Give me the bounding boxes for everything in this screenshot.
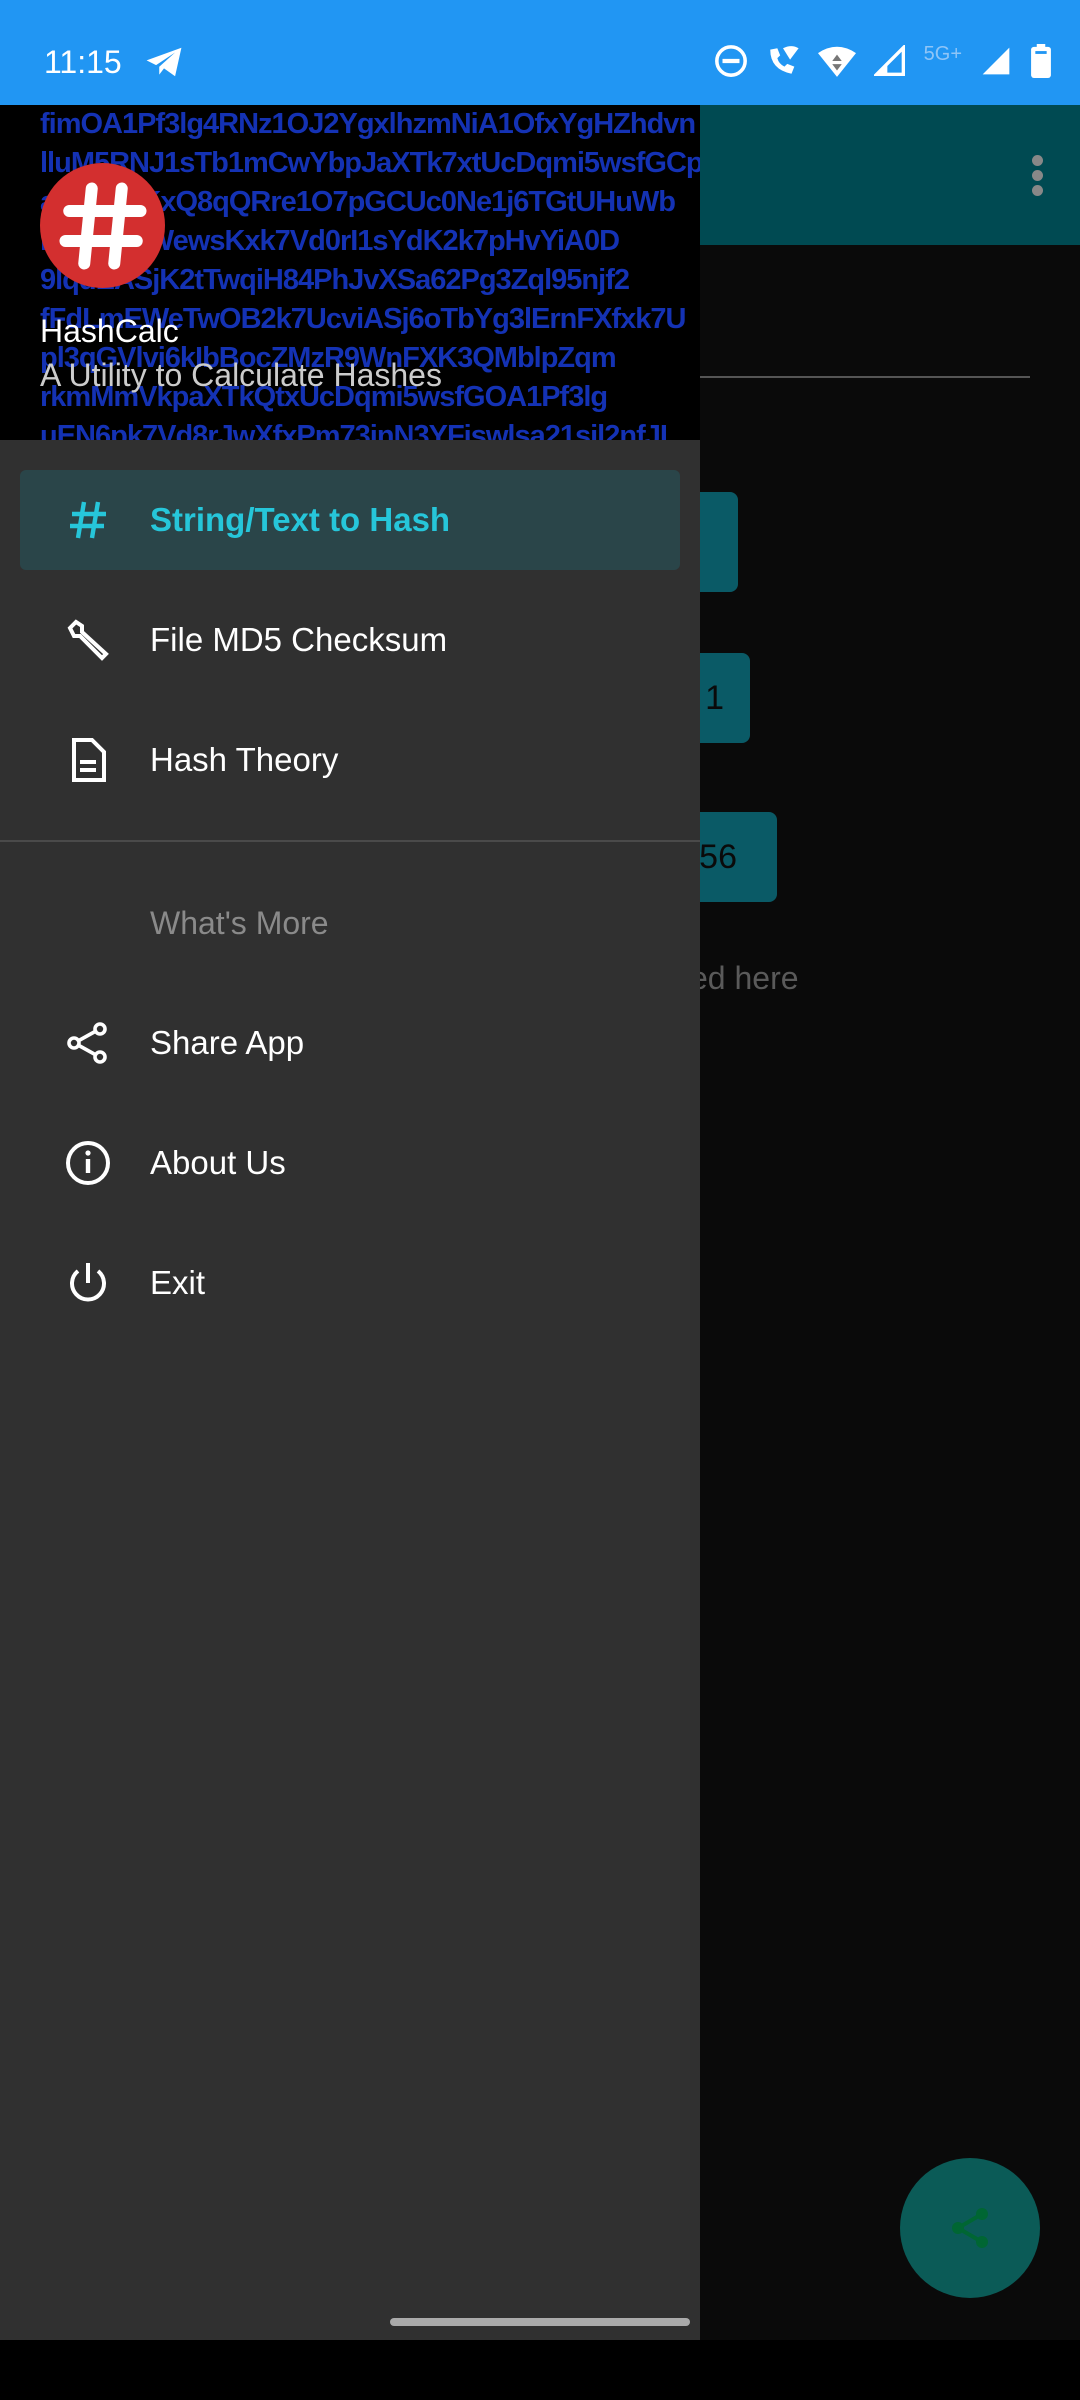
navigation-drawer: fimOA1Pf3lg4RNz1OJ2YgxlhzmNiA1OfxYgHZhdv… — [0, 105, 700, 2340]
app-name: HashCalc — [40, 313, 179, 349]
dnd-icon — [714, 45, 747, 77]
share-fab[interactable] — [900, 2158, 1040, 2298]
status-icons: 5G+ — [714, 42, 1052, 78]
telegram-icon — [146, 47, 182, 77]
info-icon — [56, 1139, 120, 1187]
share-icon — [56, 1019, 120, 1067]
wifi-icon — [817, 46, 856, 77]
menu-divider — [0, 840, 700, 842]
hash-icon — [56, 496, 120, 544]
menu-item-share-app[interactable]: Share App — [20, 993, 680, 1093]
wrench-icon — [56, 616, 120, 664]
battery-icon — [1031, 44, 1051, 78]
menu-item-string-to-hash[interactable]: String/Text to Hash — [20, 470, 680, 570]
menu-item-about-us[interactable]: About Us — [20, 1113, 680, 1213]
app-subtitle: A Utility to Calculate Hashes — [40, 357, 442, 393]
network-type: 5G+ — [923, 42, 962, 65]
text-input-underline[interactable] — [680, 376, 1030, 378]
navigation-bar — [0, 2340, 1080, 2400]
document-icon — [56, 736, 120, 784]
share-icon — [952, 2208, 988, 2248]
more-options-icon[interactable] — [1032, 155, 1044, 200]
drawer-header: fimOA1Pf3lg4RNz1OJ2YgxlhzmNiA1OfxYgHZhdv… — [0, 105, 700, 440]
app-logo — [40, 163, 165, 288]
menu-item-file-md5[interactable]: File MD5 Checksum — [20, 590, 680, 690]
signal-icon — [982, 47, 1010, 75]
status-bar: 11:15 5G+ — [0, 0, 1080, 105]
result-placeholder: ed here — [690, 960, 799, 996]
menu-item-hash-theory[interactable]: Hash Theory — [20, 710, 680, 810]
power-icon — [56, 1259, 120, 1307]
signal-icon — [873, 45, 905, 76]
menu-item-exit[interactable]: Exit — [20, 1233, 680, 1333]
hash-logo-icon — [59, 182, 146, 269]
home-gesture-handle[interactable] — [390, 2318, 690, 2326]
clock: 11:15 — [44, 44, 122, 80]
wifi-call-icon — [769, 46, 799, 74]
section-title: What's More — [150, 905, 329, 941]
